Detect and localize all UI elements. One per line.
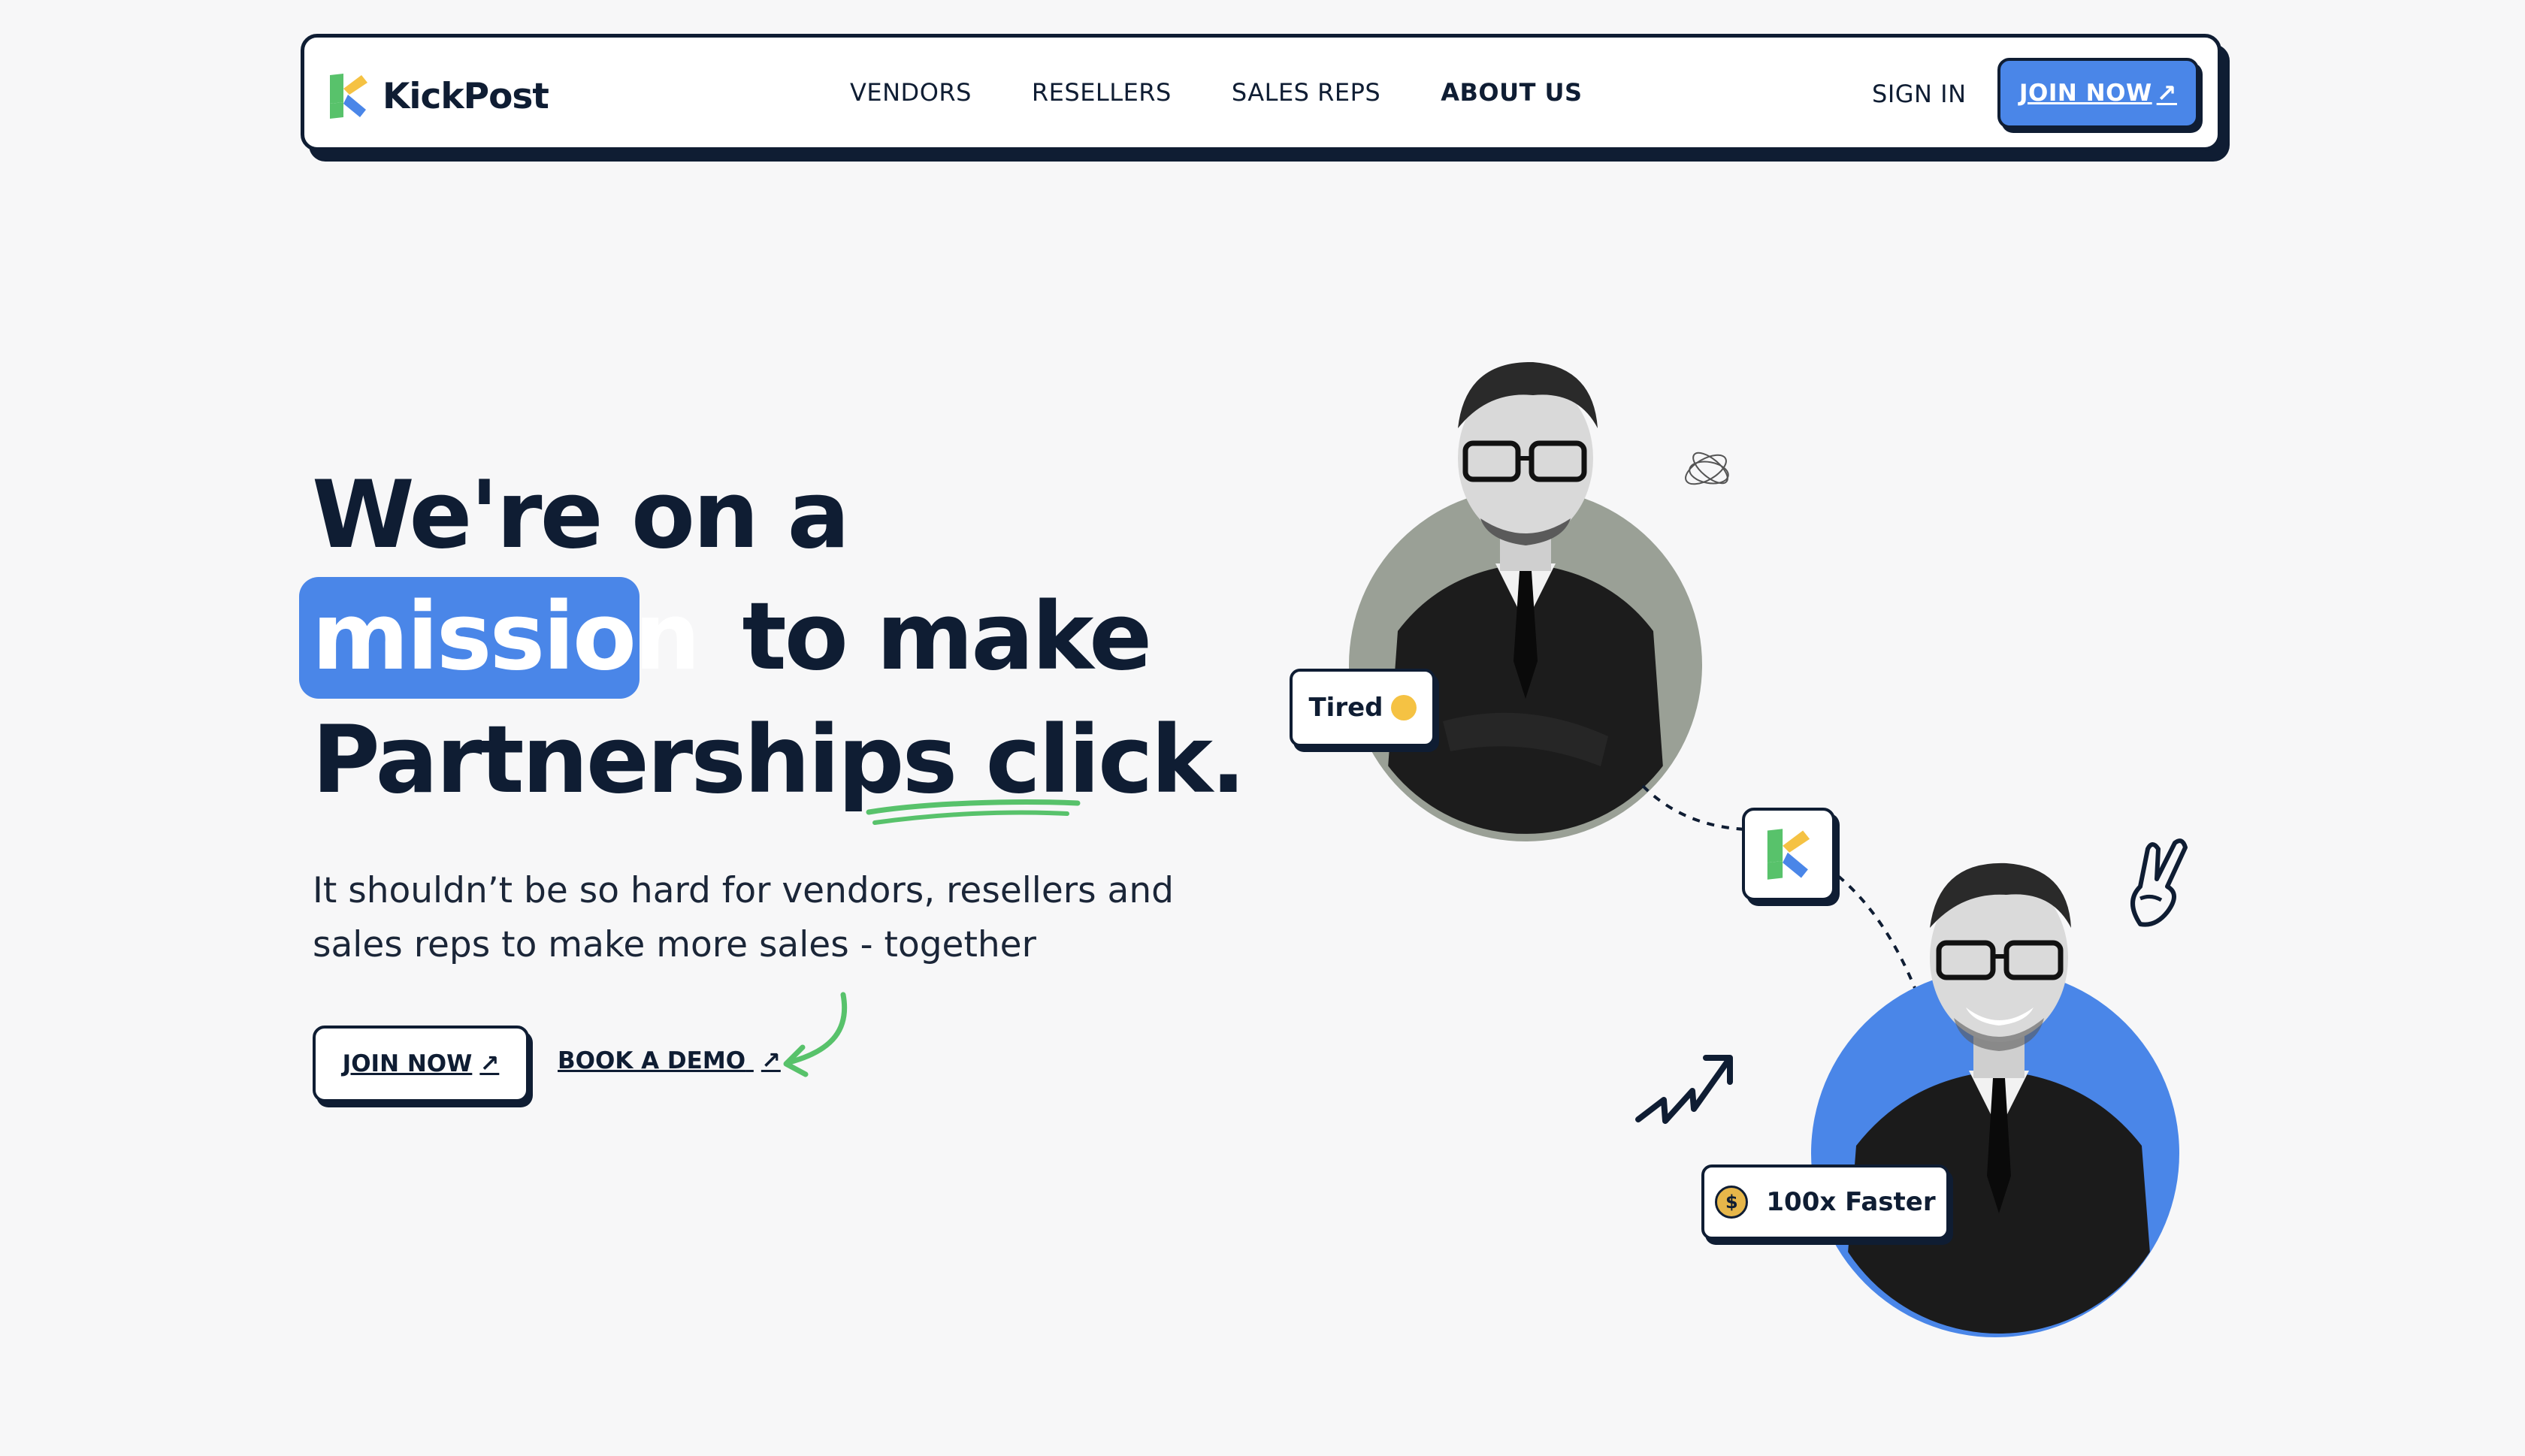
nav-resellers[interactable]: RESELLERS: [1032, 78, 1172, 107]
sign-in-link[interactable]: SIGN IN: [1872, 80, 1967, 108]
hero-heading-line2: mission to make: [312, 591, 1152, 684]
join-now-button-hero[interactable]: JOIN NOW ↗: [313, 1026, 529, 1102]
nav-links: VENDORS RESELLERS SALES REPS ABOUT US: [850, 78, 1643, 107]
join-now-button-header[interactable]: JOIN NOW ↗: [1997, 58, 2199, 128]
peace-hand-icon: [2130, 838, 2188, 927]
coin-icon: $: [1715, 1186, 1749, 1219]
kickpost-logo-icon: [330, 74, 367, 119]
arrow-up-right-icon: ↗: [2156, 79, 2177, 107]
join-now-label: JOIN NOW: [2019, 80, 2152, 107]
tired-label: Tired: [1308, 693, 1383, 723]
curved-arrow-icon: [783, 992, 848, 1077]
tired-emoji-icon: [1390, 695, 1417, 720]
book-demo-label: BOOK A DEMO: [558, 1047, 746, 1074]
hero-heading-line3: Partnerships click.: [312, 706, 1246, 814]
hero-heading-line2-rest: to make: [742, 583, 1152, 691]
faster-badge: $ 100x Faster: [1701, 1164, 1949, 1240]
hero-highlight-word: mission: [312, 583, 700, 691]
brand-name: KickPost: [383, 75, 549, 117]
zigzag-arrow-icon: [1635, 1055, 1733, 1124]
brand-logo[interactable]: KickPost: [327, 72, 549, 120]
scribble-icon: [1685, 452, 1729, 485]
tired-badge: Tired: [1290, 669, 1435, 747]
book-demo-link[interactable]: BOOK A DEMO ↗: [558, 1047, 781, 1074]
kickpost-logo-icon: [1767, 829, 1810, 880]
hero-heading-line1: We're on a: [312, 461, 850, 569]
faster-label: 100x Faster: [1766, 1187, 1936, 1217]
join-now-label: JOIN NOW: [342, 1050, 473, 1077]
navbar: KickPost VENDORS RESELLERS SALES REPS AB…: [301, 34, 2221, 151]
nav-about-us[interactable]: ABOUT US: [1441, 78, 1582, 107]
connector-dashes-top: [1641, 784, 1747, 831]
arrow-up-right-icon: ↗: [479, 1050, 500, 1077]
person-tired-image: [1383, 361, 1668, 834]
nav-vendors[interactable]: VENDORS: [850, 78, 972, 107]
click-underline-icon: [866, 799, 1081, 825]
nav-sales-reps[interactable]: SALES REPS: [1232, 78, 1380, 107]
hero-subtitle: It shouldn’t be so hard for vendors, res…: [313, 870, 1174, 965]
